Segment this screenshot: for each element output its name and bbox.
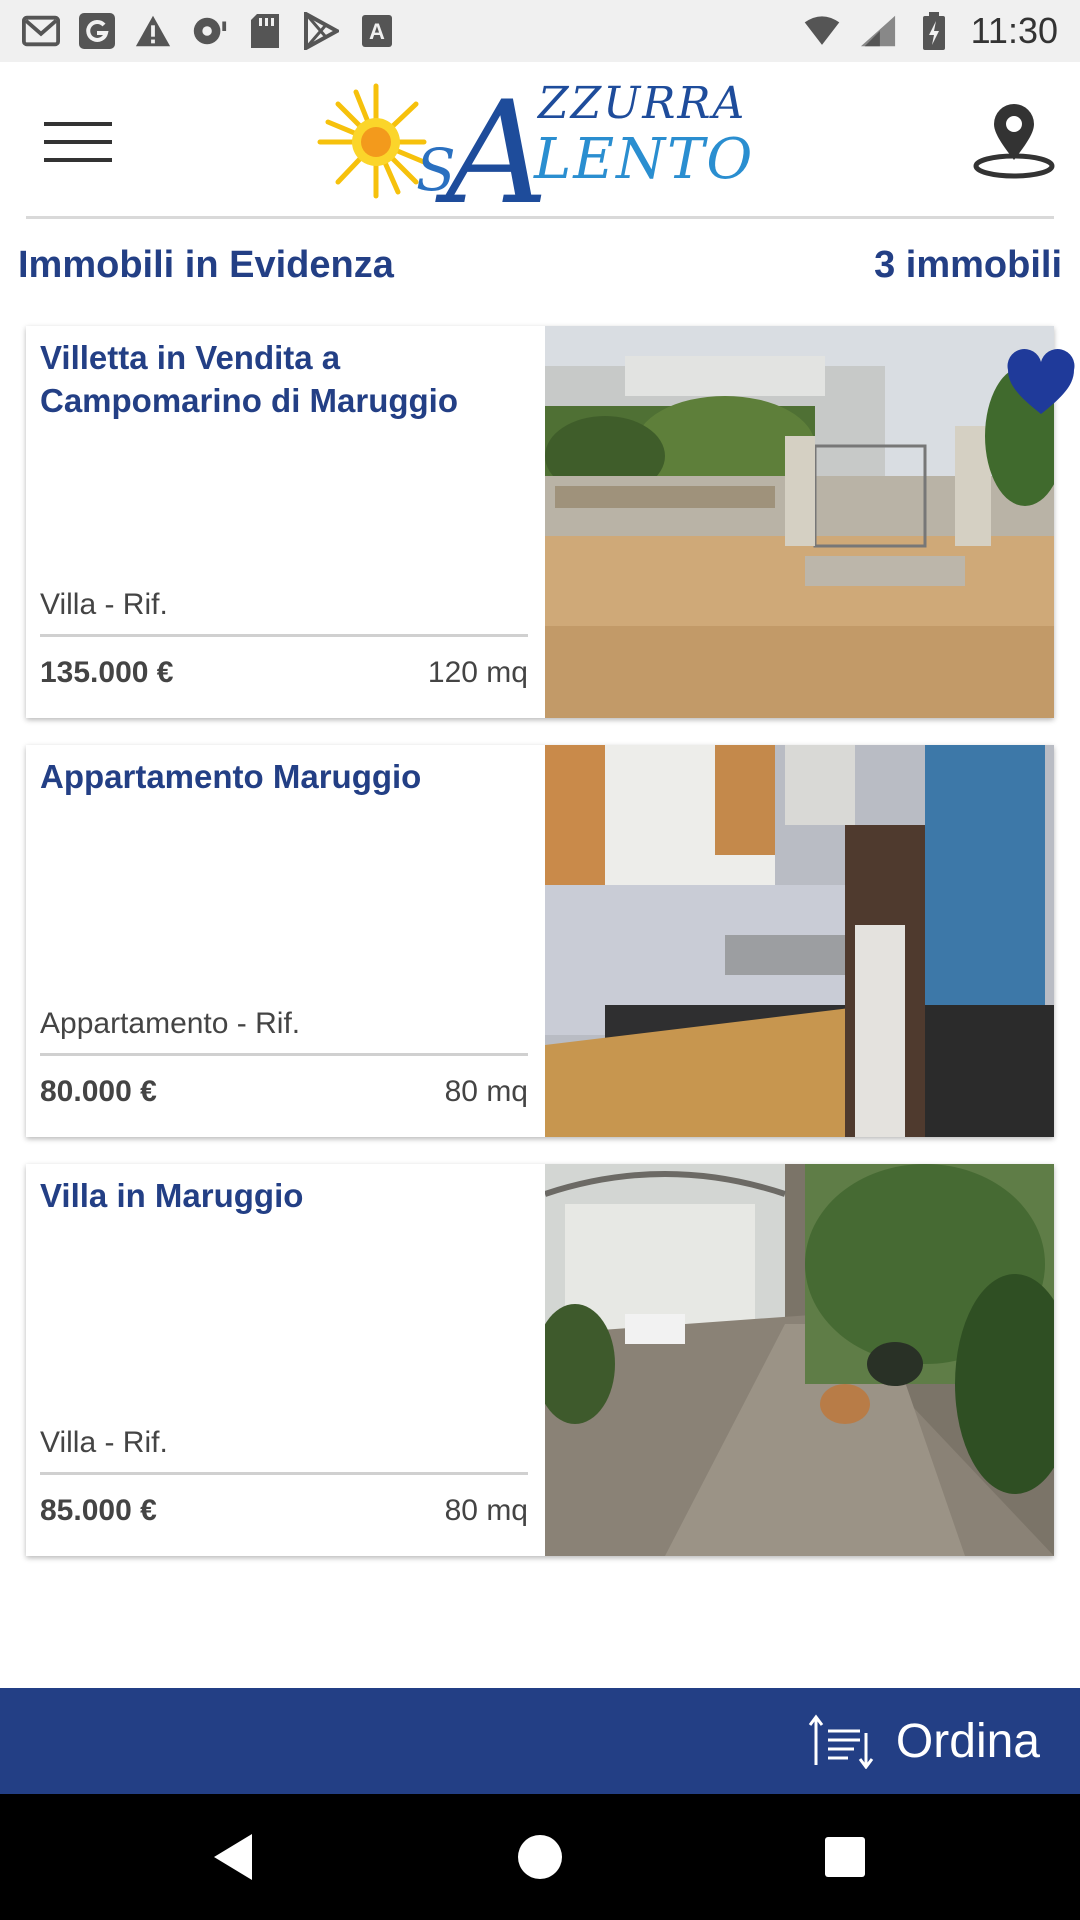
svg-text:A: A (435, 71, 549, 220)
sun-icon (317, 83, 427, 199)
battery-charging-icon (915, 12, 953, 50)
favorite-heart-icon[interactable] (1006, 348, 1076, 418)
listing-area: 120 mq (427, 656, 528, 689)
back-icon (214, 1834, 252, 1880)
sd-card-icon (246, 12, 284, 50)
signal-icon (859, 12, 897, 50)
listing-title[interactable]: Villa in Maruggio (40, 1174, 530, 1217)
gmail-icon (22, 12, 60, 50)
listing-divider (40, 1053, 528, 1056)
listing-type: Villa - Rif. (40, 1426, 168, 1459)
listing-info: Appartamento Maruggio Appartamento - Rif… (26, 745, 545, 1137)
listing-title[interactable]: Appartamento Maruggio (40, 755, 530, 798)
play-store-icon (302, 12, 340, 50)
map-pin-icon (973, 104, 1055, 179)
listing-card[interactable]: Villa in Maruggio Villa - Rif. 85.000 € … (26, 1164, 1054, 1556)
listing-photo[interactable] (545, 326, 1054, 718)
back-button[interactable] (200, 1822, 270, 1892)
listing-divider (40, 634, 528, 637)
listing-price: 135.000 € (40, 656, 174, 689)
sort-label: Ordina (895, 1714, 1040, 1768)
listing-area: 80 mq (444, 1075, 528, 1108)
listing-type: Villa - Rif. (40, 588, 168, 621)
listing-type: Appartamento - Rif. (40, 1007, 301, 1040)
home-button[interactable] (505, 1822, 575, 1892)
google-icon (78, 12, 116, 50)
hamburger-menu-button[interactable] (40, 110, 116, 170)
listing-price: 80.000 € (40, 1075, 157, 1108)
listing-card[interactable]: Villetta in Vendita a Campomarino di Mar… (26, 326, 1054, 718)
sort-button[interactable]: Ordina (808, 1688, 1040, 1794)
status-bar: A 11:30 (0, 0, 1080, 62)
wifi-icon (803, 12, 841, 50)
listing-title[interactable]: Villetta in Vendita a Campomarino di Mar… (40, 336, 530, 422)
listing-info: Villetta in Vendita a Campomarino di Mar… (26, 326, 545, 718)
system-icons: 11:30 (803, 10, 1058, 52)
listing-photo[interactable] (545, 1164, 1054, 1556)
listing-photo[interactable] (545, 745, 1054, 1137)
notification-icons: A (22, 12, 396, 50)
location-button[interactable] (970, 100, 1058, 182)
font-a-icon: A (358, 12, 396, 50)
listing-card[interactable]: Appartamento Maruggio Appartamento - Rif… (26, 745, 1054, 1137)
svg-text:LENTO: LENTO (533, 127, 754, 192)
recents-button[interactable] (810, 1822, 880, 1892)
listing-price: 85.000 € (40, 1494, 157, 1527)
podcast-icon (190, 12, 228, 50)
azzurra-salento-logo: S A ZZURRA LENTO (312, 64, 772, 236)
listing-area: 80 mq (444, 1494, 528, 1527)
recents-icon (825, 1837, 865, 1877)
result-count: 3 immobili (874, 244, 1062, 286)
listing-info: Villa in Maruggio Villa - Rif. 85.000 € … (26, 1164, 545, 1556)
home-icon (518, 1835, 562, 1879)
sort-icon (808, 1714, 874, 1769)
navigation-bar (0, 1794, 1080, 1920)
clock: 11:30 (970, 10, 1058, 51)
sort-bar: Ordina (0, 1688, 1080, 1794)
section-title: Immobili in Evidenza (18, 244, 394, 286)
warning-icon (134, 12, 172, 50)
svg-text:ZZURRA: ZZURRA (536, 78, 746, 129)
svg-text:A: A (369, 19, 385, 44)
header-divider (26, 216, 1054, 219)
listing-divider (40, 1472, 528, 1475)
